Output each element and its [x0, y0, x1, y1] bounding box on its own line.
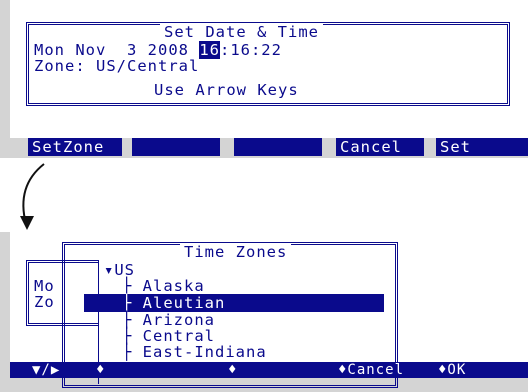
display-area: Set Date & Time Mon Nov 3 2008 16:16:22 …: [10, 0, 528, 138]
function-key-3-button[interactable]: ♦: [228, 362, 237, 378]
tree-root-us[interactable]: ▾US: [104, 262, 135, 278]
ok-button[interactable]: ♦OK: [438, 362, 466, 378]
date-line[interactable]: Mon Nov 3 2008 16:16:22: [34, 41, 282, 59]
list-item-selected[interactable]: ├ Aleutian: [122, 295, 225, 311]
function-key-3-button[interactable]: [234, 138, 322, 156]
list-item[interactable]: ├ Central: [122, 328, 215, 344]
expand-toggle-button[interactable]: ▼/▶: [32, 362, 60, 378]
background-text-mo: Mo: [34, 277, 55, 295]
date-day-selected[interactable]: 16: [199, 41, 220, 59]
list-item[interactable]: ├ Arizona: [122, 312, 215, 328]
screen-set-date-time: Set Date & Time Mon Nov 3 2008 16:16:22 …: [0, 0, 528, 158]
dialog-title: Set Date & Time: [160, 24, 323, 40]
cancel-button[interactable]: ♦Cancel: [338, 362, 404, 378]
time-text: :16:22: [219, 41, 282, 59]
dialog-footer: Use Arrow Keys: [150, 82, 303, 98]
set-button[interactable]: Set: [436, 138, 528, 156]
curved-down-arrow-icon: [20, 163, 45, 230]
screen-time-zones: Mo Zo Time Zones ▾US ├ Alaska ├ Aleutian…: [0, 232, 528, 392]
zone-line: Zone: US/Central: [34, 57, 200, 75]
setzone-button[interactable]: SetZone: [28, 138, 122, 156]
background-text-zo: Zo: [34, 293, 55, 311]
expand-triangle-icon: ▾: [104, 261, 115, 279]
function-key-2-button[interactable]: ♦: [96, 362, 105, 378]
list-item[interactable]: ├ East-Indiana: [122, 344, 267, 360]
display-area: Mo Zo Time Zones ▾US ├ Alaska ├ Aleutian…: [10, 232, 528, 388]
function-key-bar: ▼/▶ ♦ ♦ ♦Cancel ♦OK: [10, 362, 528, 378]
time-zones-title: Time Zones: [180, 244, 292, 260]
function-key-2-button[interactable]: [132, 138, 220, 156]
cancel-button[interactable]: Cancel: [336, 138, 424, 156]
list-item[interactable]: ├ Alaska: [122, 278, 205, 294]
